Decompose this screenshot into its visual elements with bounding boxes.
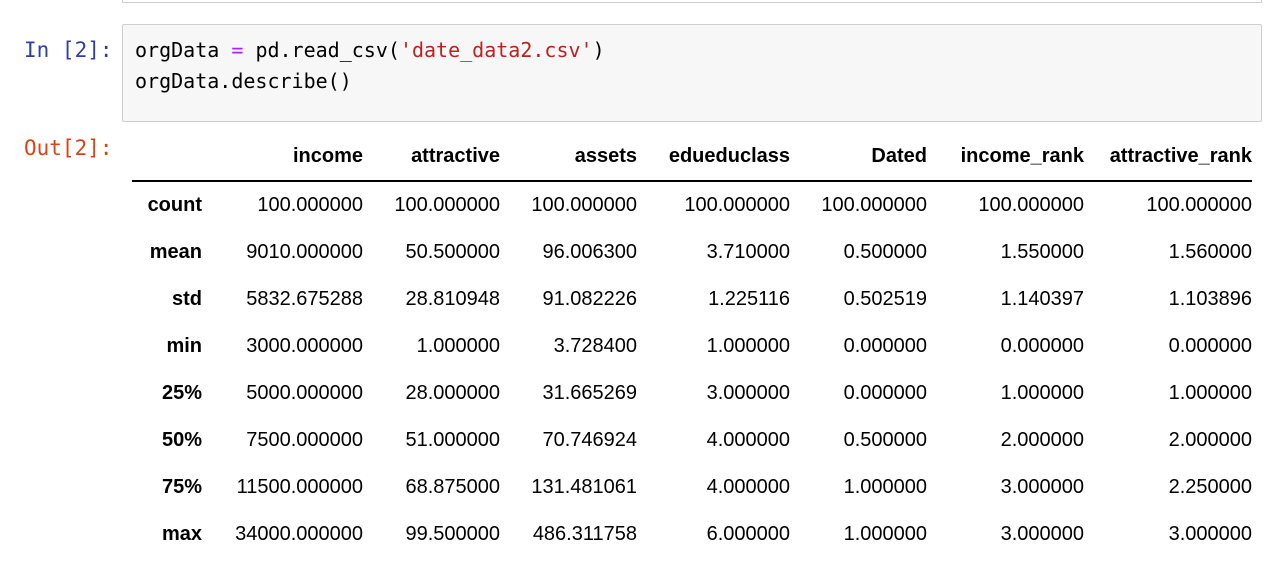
row-index: 25% (161, 382, 202, 404)
table-cell: 1.000000 (1168, 382, 1252, 404)
describe-table: income attractive assets edueduclass Dat… (132, 132, 1252, 558)
table-cell: 3.710000 (706, 241, 790, 263)
table-cell: 2.000000 (1000, 429, 1084, 451)
code-line-2: orgData.describe() (135, 69, 352, 93)
code-editor[interactable]: orgData = pd.read_csv('date_data2.csv') … (135, 35, 605, 97)
table-cell: 1.000000 (843, 476, 927, 498)
table-cell: 0.500000 (843, 241, 927, 263)
table-row: min 3000.000000 1.000000 3.728400 1.0000… (132, 323, 1252, 370)
table-cell: 51.000000 (405, 429, 500, 451)
table-cell: 91.082226 (542, 288, 637, 310)
code-var: orgData (135, 38, 220, 62)
code-close-paren: ) (592, 38, 605, 62)
table-cell: 3.000000 (1000, 476, 1084, 498)
table-cell: 100.000000 (684, 194, 790, 216)
table-row: 25% 5000.000000 28.000000 31.665269 3.00… (132, 370, 1252, 417)
table-cell: 2.250000 (1168, 476, 1252, 498)
table-cell: 11500.000000 (236, 476, 363, 498)
table-row: count 100.000000 100.000000 100.000000 1… (132, 181, 1252, 229)
row-index: min (166, 335, 202, 357)
output-area: income attractive assets edueduclass Dat… (132, 132, 1252, 562)
table-cell: 6.000000 (706, 523, 790, 545)
table-cell: 1.000000 (706, 335, 790, 357)
table-row: mean 9010.000000 50.500000 96.006300 3.7… (132, 229, 1252, 276)
table-cell: 2.000000 (1168, 429, 1252, 451)
table-cell: 0.000000 (1168, 335, 1252, 357)
table-cell: 1.560000 (1168, 241, 1252, 263)
table-cell: 96.006300 (542, 241, 637, 263)
table-cell: 100.000000 (257, 194, 363, 216)
previous-cell-edge (122, 0, 1262, 3)
column-header: income (202, 132, 363, 182)
table-header-row: income attractive assets edueduclass Dat… (132, 132, 1252, 182)
input-prompt: In [2]: (24, 38, 113, 62)
table-cell: 68.875000 (405, 476, 500, 498)
table-cell: 5000.000000 (246, 382, 363, 404)
table-cell: 100.000000 (821, 194, 927, 216)
column-header: edueduclass (637, 132, 790, 182)
table-cell: 99.500000 (405, 523, 500, 545)
table-cell: 100.000000 (978, 194, 1084, 216)
table-cell: 31.665269 (542, 382, 637, 404)
table-row: 75% 11500.000000 68.875000 131.481061 4.… (132, 464, 1252, 511)
table-cell: 0.502519 (843, 288, 927, 310)
table-cell: 3.000000 (706, 382, 790, 404)
table-cell: 1.000000 (416, 335, 500, 357)
table-cell: 9010.000000 (246, 241, 363, 263)
row-index: count (147, 194, 202, 216)
table-row: 50% 7500.000000 51.000000 70.746924 4.00… (132, 417, 1252, 464)
code-string: 'date_data2.csv' (399, 38, 593, 62)
index-header (132, 132, 202, 182)
row-index: 75% (161, 476, 202, 498)
table-cell: 1.000000 (843, 523, 927, 545)
table-cell: 28.000000 (405, 382, 500, 404)
table-cell: 3.728400 (553, 335, 637, 357)
table-cell: 4.000000 (706, 429, 790, 451)
table-cell: 7500.000000 (246, 429, 363, 451)
column-header: attractive (363, 132, 500, 182)
table-cell: 3000.000000 (246, 335, 363, 357)
column-header: attractive_rank (1084, 132, 1252, 182)
table-cell: 100.000000 (1146, 194, 1252, 216)
table-cell: 3.000000 (1000, 523, 1084, 545)
table-cell: 0.000000 (843, 382, 927, 404)
table-cell: 100.000000 (394, 194, 500, 216)
row-index: 50% (161, 429, 202, 451)
row-index: max (161, 523, 202, 545)
table-cell: 3.000000 (1168, 523, 1252, 545)
column-header: income_rank (927, 132, 1084, 182)
table-cell: 1.000000 (1000, 382, 1084, 404)
code-cell-input[interactable]: orgData = pd.read_csv('date_data2.csv') … (122, 24, 1262, 122)
table-cell: 131.481061 (531, 476, 637, 498)
table-cell: 1.550000 (1000, 241, 1084, 263)
row-index: mean (149, 241, 202, 263)
table-cell: 70.746924 (542, 429, 637, 451)
table-cell: 4.000000 (706, 476, 790, 498)
table-cell: 1.103896 (1168, 288, 1252, 310)
table-cell: 0.000000 (843, 335, 927, 357)
column-header: assets (500, 132, 637, 182)
table-cell: 486.311758 (532, 523, 637, 545)
table-cell: 50.500000 (405, 241, 500, 263)
row-index: std (172, 288, 202, 310)
code-assign-operator: = (231, 38, 244, 62)
table-cell: 1.140397 (1000, 288, 1084, 310)
column-header: Dated (790, 132, 927, 182)
table-cell: 34000.000000 (235, 523, 363, 545)
table-cell: 5832.675288 (246, 288, 363, 310)
table-row: std 5832.675288 28.810948 91.082226 1.22… (132, 276, 1252, 323)
table-row: max 34000.000000 99.500000 486.311758 6.… (132, 511, 1252, 558)
table-cell: 100.000000 (531, 194, 637, 216)
table-cell: 0.500000 (843, 429, 927, 451)
output-prompt: Out[2]: (24, 136, 113, 160)
code-call: pd.read_csv( (255, 38, 400, 62)
table-cell: 28.810948 (405, 288, 500, 310)
table-cell: 0.000000 (1000, 335, 1084, 357)
table-cell: 1.225116 (708, 288, 790, 310)
